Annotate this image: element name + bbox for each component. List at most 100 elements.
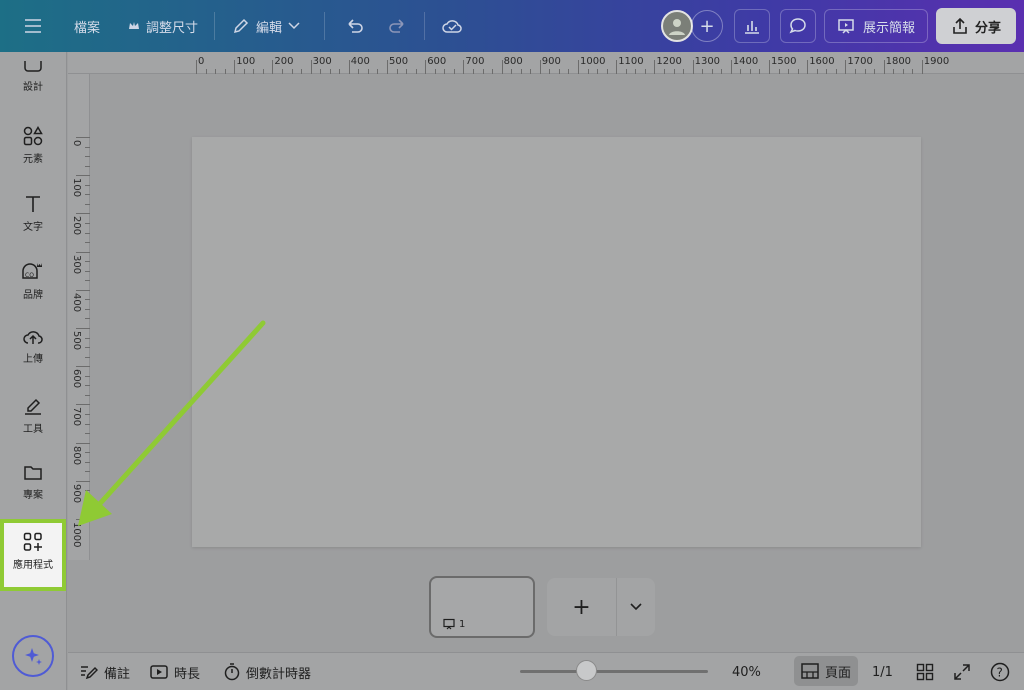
presentation-icon (838, 19, 854, 34)
ruler-minor-tick (85, 203, 90, 205)
ruler-minor-tick (625, 69, 627, 74)
zoom-slider-handle[interactable] (575, 660, 597, 681)
ruler-tick (692, 60, 694, 74)
undo-icon (348, 19, 363, 33)
page-thumbnail[interactable]: 1 (429, 576, 535, 638)
resize-button[interactable]: 調整尺寸 (128, 0, 198, 52)
timer-button[interactable]: 倒數計時器 (224, 653, 311, 690)
sidebar-item-uploads[interactable]: 上傳 (0, 328, 66, 365)
notes-button[interactable]: 備註 (80, 653, 130, 690)
page-count[interactable]: 1/1 (872, 653, 893, 690)
ruler-minor-tick (85, 423, 90, 425)
ruler-minor-tick (85, 184, 90, 186)
comment-icon (789, 18, 806, 34)
help-button[interactable]: ? (990, 653, 1010, 690)
page-view-label: 頁面 (824, 665, 851, 681)
undo-button[interactable] (344, 0, 364, 52)
ruler-label: 0 (198, 56, 205, 67)
avatar[interactable] (661, 10, 693, 42)
edit-mode-button[interactable]: 編輯 (232, 0, 300, 52)
sidebar-item-label: 品牌 (23, 290, 43, 301)
ruler-label: 1300 (694, 56, 721, 67)
divider (424, 12, 425, 40)
menu-button[interactable] (24, 0, 42, 52)
ruler-minor-tick (224, 69, 226, 74)
ruler-minor-tick (85, 270, 90, 272)
insights-button[interactable] (734, 9, 770, 43)
ruler-minor-tick (85, 347, 90, 349)
sidebar-item-brand[interactable]: CO 品牌 (0, 260, 66, 301)
ruler-minor-tick (339, 69, 341, 74)
zoom-value[interactable]: 40% (732, 653, 761, 690)
present-button[interactable]: 展示簡報 (824, 9, 928, 43)
zoom-slider-track[interactable] (520, 670, 708, 673)
sidebar-item-label: 文字 (23, 222, 43, 233)
sidebar-item-text[interactable]: 文字 (0, 194, 66, 233)
save-status-button[interactable] (441, 0, 463, 52)
ruler-label: 1900 (923, 56, 950, 67)
plus-icon: + (572, 594, 591, 620)
ruler-minor-tick (85, 299, 90, 301)
help-icon: ? (990, 662, 1010, 682)
ruler-minor-tick (320, 69, 322, 74)
resize-label: 調整尺寸 (146, 20, 199, 36)
ruler-minor-tick (85, 318, 90, 320)
magic-assistant-button[interactable] (12, 635, 54, 677)
vertical-ruler: 0 100 200 300 400 500 600 700 800 900 1000 (68, 74, 90, 560)
sidebar-item-design[interactable]: 設計 (0, 60, 66, 93)
pencil-icon (233, 18, 249, 34)
divider (324, 12, 325, 40)
design-canvas-page[interactable] (192, 137, 921, 547)
ruler-minor-tick (711, 69, 713, 74)
ruler-label: 1600 (809, 56, 835, 67)
ruler-tick (76, 251, 90, 253)
ruler-minor-tick (85, 156, 90, 158)
ruler-minor-tick (85, 242, 90, 244)
edit-mode-label: 編輯 (256, 20, 283, 36)
add-page-button[interactable]: + (547, 578, 617, 636)
ruler-tick (539, 60, 541, 74)
grid-view-button[interactable] (916, 653, 934, 690)
ruler-minor-tick (673, 69, 675, 74)
comment-button[interactable] (780, 9, 816, 43)
plus-icon: + (699, 15, 715, 37)
sidebar-item-apps[interactable]: 應用程式 (0, 532, 66, 571)
expand-icon (954, 664, 970, 680)
sidebar-item-elements[interactable]: 元素 (0, 126, 66, 165)
hamburger-icon (25, 19, 41, 33)
ruler-minor-tick (85, 194, 90, 196)
redo-icon (389, 19, 404, 33)
grid-icon (916, 663, 934, 681)
fullscreen-button[interactable] (954, 653, 970, 690)
ruler-minor-tick (558, 69, 560, 74)
page-view-button[interactable]: 頁面 (794, 656, 858, 686)
redo-button[interactable] (388, 0, 408, 52)
ruler-tick (387, 60, 388, 74)
ruler-minor-tick (549, 69, 551, 74)
sidebar-item-projects[interactable]: 專案 (0, 464, 66, 501)
ruler-label: 1700 (847, 56, 873, 67)
share-button[interactable]: 分享 (936, 8, 1016, 44)
invite-button[interactable]: + (691, 10, 723, 42)
ruler-label: 100 (71, 178, 82, 198)
ruler-minor-tick (85, 509, 90, 511)
ruler-label: 600 (71, 369, 82, 389)
play-box-icon (150, 665, 168, 679)
chevron-down-icon (630, 603, 642, 611)
help-label: ? (997, 666, 1003, 680)
ruler-label: 800 (503, 56, 523, 67)
add-page-options-button[interactable] (617, 578, 655, 636)
sidebar-item-tools[interactable]: 工具 (0, 396, 66, 435)
sidebar-item-label: 工具 (23, 424, 43, 435)
ruler-label: 1500 (771, 56, 797, 67)
ruler-tick (76, 213, 90, 215)
file-menu-button[interactable]: 檔案 (74, 0, 100, 52)
ruler-minor-tick (597, 69, 599, 74)
duration-button[interactable]: 時長 (150, 653, 200, 690)
ruler-minor-tick (85, 385, 90, 387)
ruler-minor-tick (778, 69, 780, 74)
ruler-tick (310, 60, 312, 74)
ruler-minor-tick (415, 69, 417, 74)
left-sidebar: 設計 元素 文字 CO 品牌 上傳 工具 專案 應用程式 (0, 52, 67, 690)
page-thumb-number: 1 (459, 618, 466, 630)
